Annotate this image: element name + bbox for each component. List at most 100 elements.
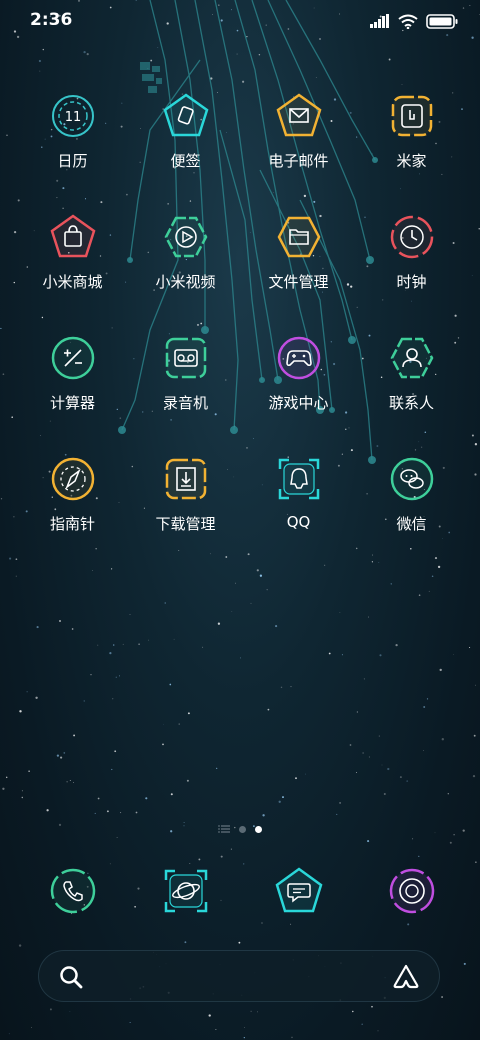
star <box>449 841 452 844</box>
app-label: 游戏中心 <box>268 394 329 412</box>
star <box>56 754 60 757</box>
star <box>15 558 18 561</box>
star <box>119 675 120 677</box>
app-calendar[interactable]: 11 日历 <box>16 92 129 171</box>
star <box>13 281 15 284</box>
page-indicator[interactable] <box>0 822 480 836</box>
star <box>257 1011 258 1013</box>
star <box>184 941 187 944</box>
star <box>231 611 233 612</box>
star <box>349 744 352 746</box>
dock-browser[interactable] <box>129 866 242 916</box>
star <box>371 1005 373 1008</box>
star <box>423 750 424 752</box>
star <box>69 780 71 781</box>
app-game-center[interactable]: 游戏中心 <box>242 334 355 413</box>
status-bar: 2:36 <box>0 0 480 44</box>
download-icon <box>162 455 210 503</box>
star <box>0 498 3 500</box>
star <box>178 549 180 552</box>
app-qq[interactable]: QQ <box>242 455 355 534</box>
app-notes[interactable]: 便签 <box>129 92 242 171</box>
page-dot[interactable] <box>239 825 246 833</box>
star <box>49 1008 52 1011</box>
star <box>453 653 455 655</box>
star <box>428 590 430 592</box>
app-download-manager[interactable]: 下载管理 <box>129 455 242 534</box>
search-icon[interactable] <box>58 964 84 990</box>
star <box>9 557 12 560</box>
star <box>388 58 391 61</box>
star <box>39 70 41 72</box>
app-mijia[interactable]: 米家 <box>355 92 468 171</box>
star <box>187 712 190 715</box>
star <box>21 796 24 799</box>
star <box>36 626 39 629</box>
star <box>21 790 23 792</box>
page-dot-active[interactable] <box>255 825 262 833</box>
star <box>170 793 173 796</box>
search-bar[interactable] <box>38 950 440 1002</box>
app-mi-store[interactable]: 小米商城 <box>16 213 129 292</box>
app-email[interactable]: 电子邮件 <box>242 92 355 171</box>
star <box>250 1010 252 1012</box>
star <box>6 134 8 136</box>
star <box>73 734 76 737</box>
app-clock[interactable]: 时钟 <box>355 213 468 292</box>
status-icons <box>370 12 458 30</box>
star <box>38 59 41 63</box>
star <box>290 923 292 925</box>
star <box>368 756 370 758</box>
app-wechat[interactable]: 微信 <box>355 455 468 534</box>
signal-icon <box>370 14 389 28</box>
star <box>112 644 115 646</box>
dock-messages[interactable] <box>242 866 355 916</box>
star <box>390 583 392 585</box>
star <box>412 838 414 840</box>
star <box>162 723 164 725</box>
xiaoai-assistant-icon[interactable] <box>392 963 420 989</box>
star <box>474 443 478 446</box>
star <box>339 801 342 804</box>
star <box>367 840 370 843</box>
star <box>341 654 343 656</box>
wechat-icon <box>388 455 436 503</box>
star <box>434 557 438 560</box>
phone-icon <box>48 866 98 916</box>
app-compass[interactable]: 指南针 <box>16 455 129 534</box>
dock-camera[interactable] <box>355 866 468 916</box>
app-calculator[interactable]: 计算器 <box>16 334 129 413</box>
star <box>157 47 159 49</box>
star <box>109 863 111 865</box>
star <box>475 861 477 863</box>
star <box>83 50 86 54</box>
shop-bag-icon <box>49 213 97 261</box>
star <box>186 779 189 782</box>
app-file-manager[interactable]: 文件管理 <box>242 213 355 292</box>
star <box>471 274 473 276</box>
dock-phone[interactable] <box>16 866 129 916</box>
app-recorder[interactable]: 录音机 <box>129 334 242 413</box>
star <box>198 858 201 861</box>
star <box>441 996 444 998</box>
star <box>379 654 382 657</box>
app-mi-video[interactable]: 小米视频 <box>129 213 242 292</box>
star <box>19 710 22 713</box>
star <box>471 434 474 437</box>
notes-icon <box>162 92 210 140</box>
star <box>336 813 338 815</box>
star <box>423 706 426 708</box>
star <box>250 602 252 604</box>
star <box>242 80 245 83</box>
app-label: 小米商城 <box>42 273 103 291</box>
star <box>378 561 380 563</box>
star <box>42 48 44 51</box>
star <box>148 639 150 641</box>
app-contacts[interactable]: 联系人 <box>355 334 468 413</box>
star <box>324 564 326 566</box>
star <box>356 772 357 773</box>
wifi-icon <box>398 14 418 29</box>
list-page-icon[interactable] <box>218 825 230 833</box>
star <box>280 686 283 689</box>
star <box>356 711 359 713</box>
